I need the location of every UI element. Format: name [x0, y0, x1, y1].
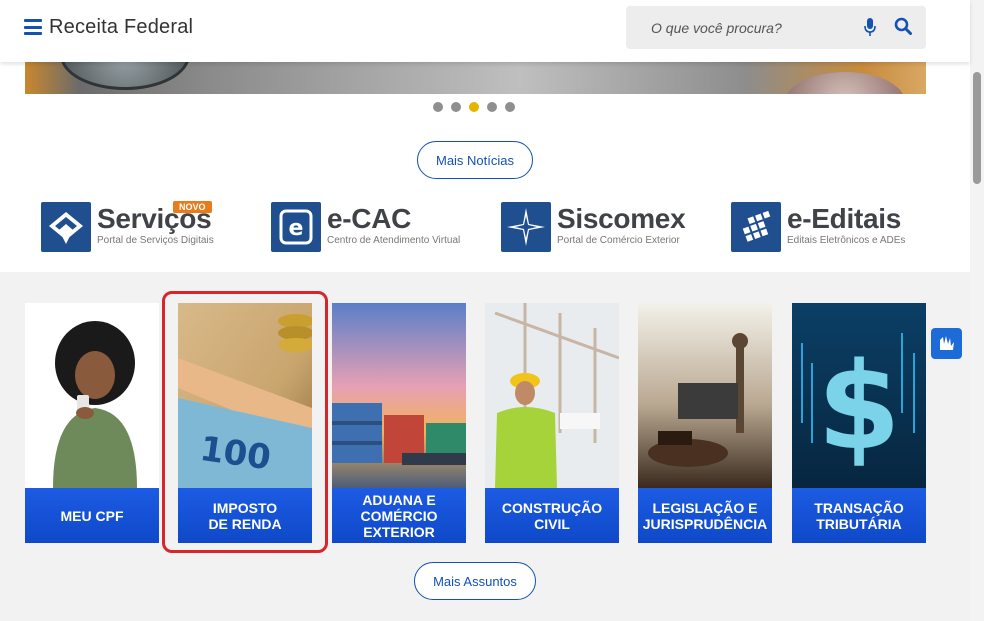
- portal-subtitle: Portal de Comércio Exterior: [557, 235, 680, 246]
- carousel-dot[interactable]: [433, 102, 443, 112]
- hamburger-menu-icon[interactable]: [24, 19, 42, 35]
- site-header: Receita Federal: [0, 0, 970, 62]
- topic-card-transacao-tributaria[interactable]: $ TRANSAÇÃO TRIBUTÁRIA: [792, 303, 926, 543]
- portal-subtitle: Centro de Atendimento Virtual: [327, 235, 461, 246]
- topic-label: IMPOSTO DE RENDA: [178, 488, 312, 543]
- portal-subtitle: Portal de Serviços Digitais: [97, 235, 214, 246]
- receita-federal-page: Receita Federal Mais Notícias: [0, 0, 984, 621]
- topic-label: ADUANA E COMÉRCIO EXTERIOR: [332, 488, 466, 543]
- portal-siscomex[interactable]: Siscomex Portal de Comércio Exterior: [501, 200, 701, 254]
- carousel-dot-active[interactable]: [469, 102, 479, 112]
- svg-text:e: e: [289, 216, 304, 241]
- portal-name: e-Editais: [787, 203, 902, 234]
- portal-eeditais[interactable]: e-Editais Editais Eletrônicos e ADEs: [731, 200, 931, 254]
- new-badge: NOVO: [173, 201, 212, 213]
- topic-card-construcao-civil[interactable]: CONSTRUÇÃO CIVIL: [485, 303, 619, 543]
- search-icon[interactable]: [894, 17, 912, 35]
- topic-card-meu-cpf[interactable]: MEU CPF: [25, 303, 159, 543]
- legislacao-image: [638, 303, 772, 488]
- topic-label: LEGISLAÇÃO E JURISPRUDÊNCIA: [638, 488, 772, 543]
- page-scrollbar[interactable]: [970, 0, 984, 621]
- search-bar: [626, 6, 926, 49]
- aduana-image: [332, 303, 466, 488]
- microphone-icon[interactable]: [863, 17, 877, 37]
- portal-servicos[interactable]: Serviços NOVO Portal de Serviços Digitai…: [41, 200, 241, 254]
- topic-card-legislacao[interactable]: LEGISLAÇÃO E JURISPRUDÊNCIA: [638, 303, 772, 543]
- scrollbar-thumb[interactable]: [973, 72, 981, 184]
- search-input[interactable]: [626, 6, 856, 49]
- topic-label: CONSTRUÇÃO CIVIL: [485, 488, 619, 543]
- carousel-dots: [433, 102, 515, 112]
- ecac-logo-icon: e: [271, 202, 321, 252]
- carousel-dot[interactable]: [487, 102, 497, 112]
- topic-label: MEU CPF: [25, 488, 159, 543]
- more-topics-button[interactable]: Mais Assuntos: [414, 562, 536, 600]
- portal-ecac[interactable]: e e-CAC Centro de Atendimento Virtual: [271, 200, 471, 254]
- topic-label: TRANSAÇÃO TRIBUTÁRIA: [792, 488, 926, 543]
- portal-name: e-CAC: [327, 203, 412, 234]
- accessibility-sign-language-icon[interactable]: [931, 328, 962, 359]
- construcao-civil-image: [485, 303, 619, 488]
- imposto-de-renda-image: 100: [178, 303, 312, 488]
- meu-cpf-image: [25, 303, 159, 488]
- site-brand[interactable]: Receita Federal: [49, 16, 193, 39]
- servicos-logo-icon: [41, 202, 91, 252]
- more-news-button[interactable]: Mais Notícias: [417, 141, 533, 179]
- transacao-tributaria-image: $: [792, 303, 926, 488]
- topic-card-aduana[interactable]: ADUANA E COMÉRCIO EXTERIOR: [332, 303, 466, 543]
- news-carousel-image[interactable]: [25, 60, 926, 94]
- eeditais-logo-icon: [731, 202, 781, 252]
- siscomex-logo-icon: [501, 202, 551, 252]
- portal-name: Siscomex: [557, 203, 686, 234]
- carousel-dot[interactable]: [505, 102, 515, 112]
- svg-text:$: $: [817, 338, 901, 477]
- topic-card-imposto-de-renda[interactable]: 100 IMPOSTO DE RENDA: [178, 303, 312, 543]
- portal-subtitle: Editais Eletrônicos e ADEs: [787, 235, 906, 246]
- carousel-dot[interactable]: [451, 102, 461, 112]
